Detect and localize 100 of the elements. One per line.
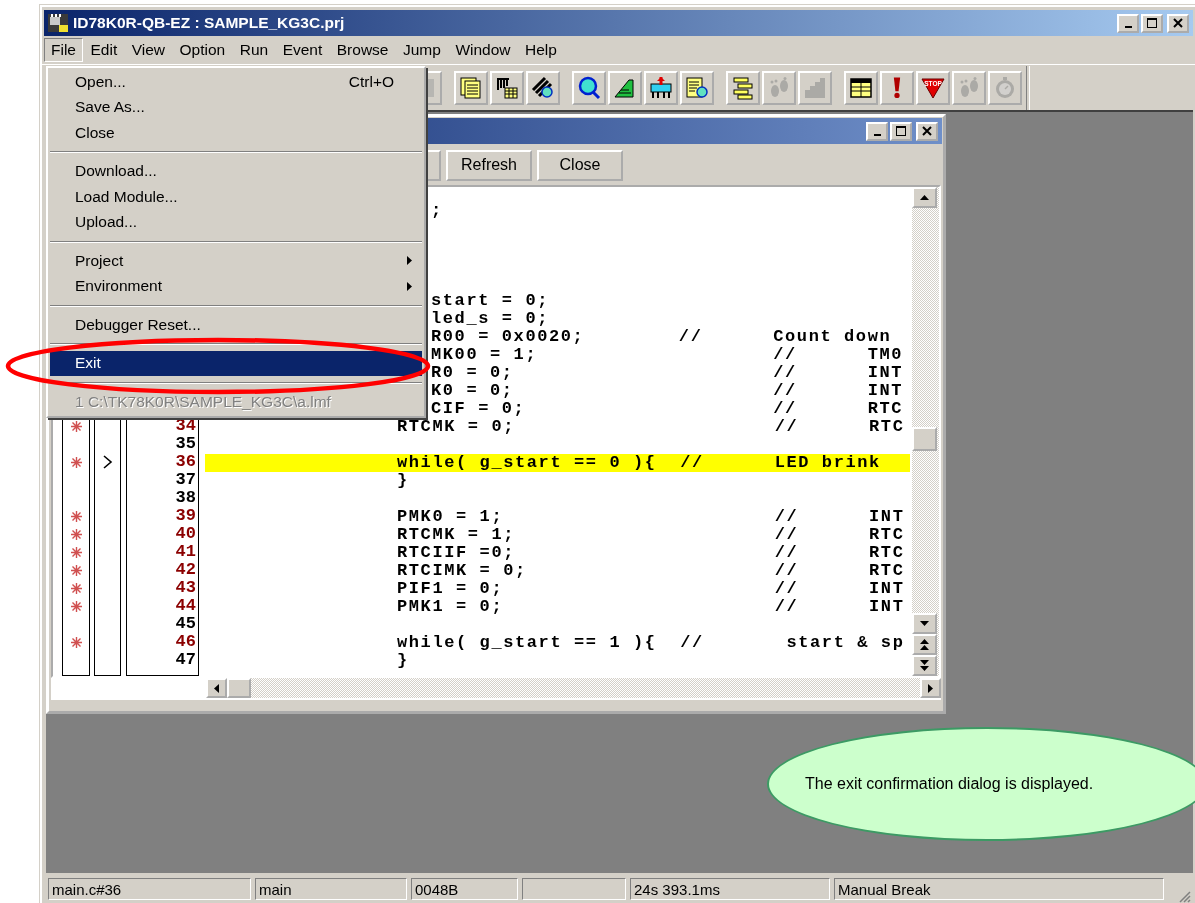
- magnifier-icon: [577, 75, 601, 100]
- menu-item[interactable]: Load Module...: [50, 184, 422, 210]
- callout-text: The exit confirmation dialog is displayed.: [805, 775, 1094, 793]
- close-button[interactable]: [916, 121, 938, 141]
- close-icon: [1173, 18, 1183, 28]
- menu-item[interactable]: Close: [50, 120, 422, 146]
- window-button[interactable]: Close: [537, 149, 623, 181]
- line-number: 47: [175, 651, 196, 669]
- code-line: RTCIMK = 0; // RTC: [397, 562, 905, 580]
- minimize-button[interactable]: [1117, 13, 1139, 33]
- line-number: 38: [175, 489, 196, 507]
- horizontal-scrollbar[interactable]: [206, 678, 941, 698]
- page-up-button[interactable]: [912, 634, 937, 655]
- status-field: main: [255, 878, 407, 900]
- code-line: while( g_start == 0 ){ // LED brink: [397, 454, 881, 472]
- code-line: RTCMK = 0; // RTC: [397, 418, 905, 436]
- menu-item[interactable]: Jump: [395, 38, 448, 62]
- menu-item[interactable]: Window: [448, 38, 518, 62]
- status-field: 24s 393.1ms: [630, 878, 830, 900]
- menu-item[interactable]: Environment: [50, 273, 422, 299]
- double-up-arrow-icon: [920, 639, 929, 650]
- document-search-icon: [685, 75, 709, 100]
- status-field: 0048B: [411, 878, 518, 900]
- scroll-up-button[interactable]: [912, 187, 937, 208]
- menu-item[interactable]: Exit: [50, 350, 422, 376]
- window-title: ID78K0R-QB-EZ : SAMPLE_KG3C.prj: [73, 14, 345, 32]
- vertical-scrollbar[interactable]: [912, 187, 939, 676]
- code-line: R0 = 0; // INT: [431, 364, 904, 382]
- submenu-arrow-icon: [407, 256, 412, 266]
- scroll-left-button[interactable]: [206, 678, 227, 698]
- stairs-icon: [803, 75, 827, 100]
- line-number: 42: [175, 561, 196, 579]
- maximize-button[interactable]: [1141, 13, 1163, 33]
- menu-item[interactable]: Save As...: [50, 94, 422, 120]
- toolbar-button[interactable]: [880, 70, 914, 105]
- scroll-thumb[interactable]: [912, 427, 937, 451]
- line-number: 46: [175, 633, 196, 651]
- toolbar-button[interactable]: [644, 70, 678, 105]
- code-line: K0 = 0; // INT: [431, 382, 904, 400]
- code-line: MK00 = 1; // TM0: [431, 346, 904, 364]
- page-down-button[interactable]: [912, 655, 937, 676]
- toolbar-button[interactable]: [490, 70, 524, 105]
- table-icon: [849, 75, 873, 100]
- line-number: 37: [175, 471, 196, 489]
- code-line: }: [397, 652, 409, 670]
- down-arrow-icon: [920, 621, 929, 626]
- toolbar-button[interactable]: [526, 70, 560, 105]
- line-number: 45: [175, 615, 196, 633]
- line-number: 41: [175, 543, 196, 561]
- menu-item[interactable]: Open... Ctrl+O: [50, 69, 422, 95]
- toolbar-button[interactable]: [572, 70, 606, 105]
- code-line: ;: [431, 202, 443, 220]
- stopwatch-icon: [993, 75, 1017, 100]
- menu-item[interactable]: Help: [518, 38, 564, 62]
- menu-item[interactable]: Project: [50, 248, 422, 274]
- maximize-icon: [1147, 18, 1157, 28]
- menu-item[interactable]: Download...: [50, 158, 422, 184]
- maximize-icon: [896, 126, 906, 136]
- code-line: PIF1 = 0; // INT: [397, 580, 905, 598]
- scroll-right-button[interactable]: [920, 678, 941, 698]
- minimize-button[interactable]: [866, 121, 888, 141]
- menu-item[interactable]: File: [44, 38, 83, 62]
- close-icon: [922, 126, 932, 136]
- right-arrow-icon: [928, 683, 933, 693]
- code-line: led_s = 0;: [431, 310, 550, 328]
- up-arrow-icon: [920, 195, 929, 200]
- code-line: }: [397, 472, 409, 490]
- line-number: 43: [175, 579, 196, 597]
- code-line: RTCIIF =0; // RTC: [397, 544, 905, 562]
- scroll-thumb[interactable]: [227, 678, 251, 698]
- toolbar-button[interactable]: [680, 70, 714, 105]
- menu-item[interactable]: Run: [232, 38, 276, 62]
- menu-item[interactable]: Option: [172, 38, 233, 62]
- menu-item[interactable]: Edit: [83, 38, 125, 62]
- menu-item[interactable]: Upload...: [50, 209, 422, 235]
- minimize-icon: [873, 133, 881, 136]
- grid-icon: [495, 75, 519, 100]
- toolbar-button[interactable]: [726, 70, 760, 105]
- app-icon: [47, 13, 69, 33]
- close-button[interactable]: [1167, 13, 1189, 33]
- menu-item[interactable]: Event: [275, 38, 330, 62]
- window-button[interactable]: Refresh: [446, 149, 532, 181]
- maximize-button[interactable]: [890, 121, 912, 141]
- line-number: 35: [175, 435, 196, 453]
- resize-grip-icon: [1179, 891, 1191, 903]
- code-line: R00 = 0x0020; // Count down: [431, 328, 892, 346]
- status-field: Manual Break: [834, 878, 1164, 900]
- exclamation-icon: [893, 77, 901, 98]
- code-line: PMK0 = 1; // INT: [397, 508, 905, 526]
- menu-item[interactable]: View: [124, 38, 173, 62]
- scroll-down-button[interactable]: [912, 613, 937, 634]
- status-field: main.c#36: [48, 878, 251, 900]
- minimize-icon: [1124, 25, 1132, 28]
- transfer-icon: [649, 75, 673, 100]
- submenu-arrow-icon: [407, 281, 412, 291]
- toolbar-button[interactable]: [608, 70, 642, 105]
- toolbar-button[interactable]: [844, 70, 878, 105]
- menu-item[interactable]: Browse: [329, 38, 396, 62]
- menu-item[interactable]: Debugger Reset...: [50, 312, 422, 338]
- left-arrow-icon: [214, 683, 219, 693]
